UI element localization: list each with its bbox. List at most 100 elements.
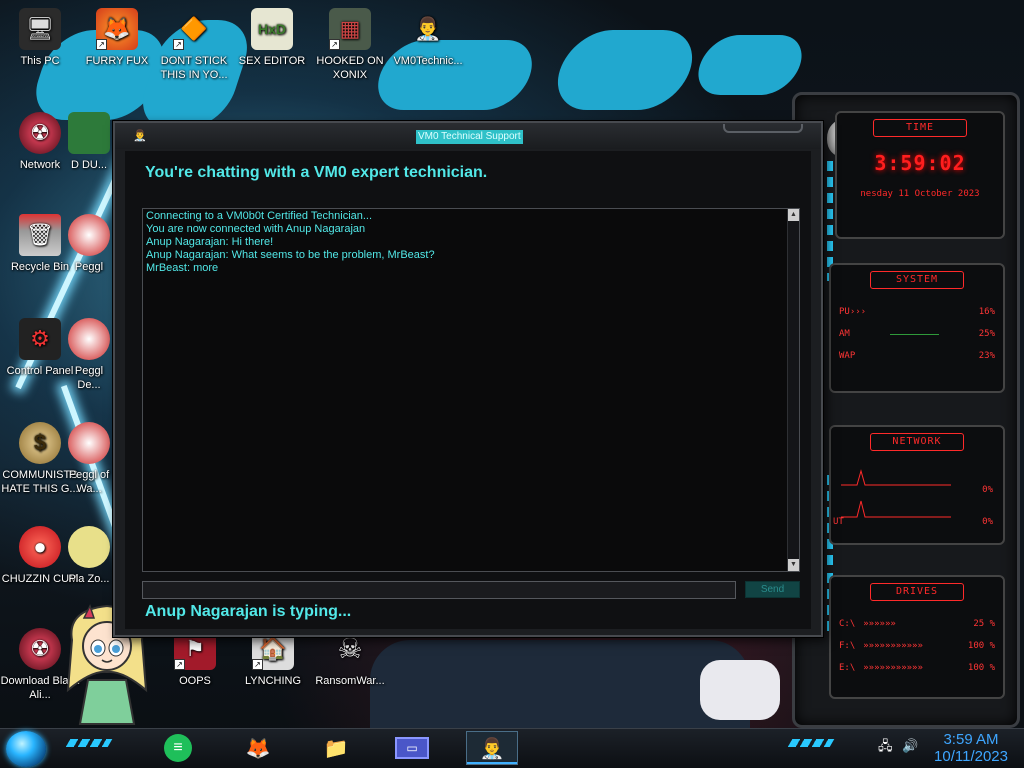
gadget-time: 3:59:02 [874, 151, 966, 175]
network-tray-icon[interactable]: 🖧 [878, 738, 893, 753]
gadget-drives-header: DRIVES [870, 583, 964, 601]
gadget-swap-row: WAP 23% [831, 351, 1003, 361]
swap-label: WAP [839, 351, 856, 361]
taskbar-vm-app[interactable]: ▭ [386, 731, 438, 765]
chat-transcript[interactable]: Connecting to a VM0b0t Certified Technic… [142, 208, 800, 572]
desktop-icon-label: SEX EDITOR [238, 55, 306, 67]
volume-icon[interactable]: 🔊 [902, 738, 918, 753]
wallpaper-figures [370, 640, 750, 730]
recycle-bin-icon: 🗑 [19, 214, 61, 256]
cpu-label: PU [839, 307, 850, 317]
drive-value: 100 % [967, 663, 995, 673]
drive-value: 100 % [967, 641, 995, 651]
window-title: VM0 Technical Support [416, 130, 523, 144]
gadget-ram-row: AM 25% [831, 329, 1003, 339]
desktop-icon-partial-d[interactable]: D DU... [66, 112, 112, 172]
desktop-icon-vm0technic[interactable]: 👨‍⚕️ VM0Technic... [388, 8, 468, 68]
cpu-arrows: ››› [849, 307, 867, 317]
typing-indicator: Anup Nagarajan is typing... [145, 603, 352, 620]
desktop-icon-label: Pla Zo... [68, 573, 110, 585]
network-icon: ☢ [19, 112, 61, 154]
gadget-system-section: SYSTEM PU ››› 16% AM 25% WAP 23% [829, 263, 1005, 393]
wallpaper-shape [547, 30, 703, 110]
app-icon [68, 112, 110, 154]
desktop-icon-label: Peggl De... [74, 365, 104, 391]
gadget-network-section: NETWORK 0% UT 0% [829, 425, 1005, 545]
wallpaper-shoe [700, 660, 780, 720]
message-list: Connecting to a VM0b0t Certified Technic… [144, 210, 435, 275]
desktop-icon-hooked-on-xonix[interactable]: ▦ ↗ HOOKED ON XONIX [310, 8, 390, 82]
send-button[interactable]: Send [745, 581, 800, 598]
chat-body: You're chatting with a VM0 expert techni… [125, 151, 811, 629]
ram-graph [889, 329, 939, 335]
taskbar-file-explorer[interactable]: 📁 [310, 731, 362, 765]
desktop-icon-furry-fux[interactable]: 🦊 ↗ FURRY FUX [77, 8, 157, 68]
wallpaper-shape [690, 35, 810, 95]
taskbar-decor [65, 739, 113, 747]
net-out-value: 0% [982, 517, 993, 527]
drive-label: F:\ [839, 641, 856, 651]
taskbar: ≡ 🦊 📁 ▭ 👨‍⚕️ 🖧 🔊 3:59 AM 10/11/2023 [0, 728, 1024, 768]
desktop-icon-ransomware[interactable]: ☠ RansomWar... [310, 628, 390, 688]
chat-message: Connecting to a VM0b0t Certified Technic… [146, 210, 373, 222]
drive-arrows: »»»»»»»»»»» [863, 641, 923, 651]
drive-value: 25 % [973, 619, 995, 629]
titlebar-decor [723, 124, 803, 133]
folder-icon: 📁 [323, 737, 349, 760]
gadget-network-header: NETWORK [870, 433, 964, 451]
drive-label: C:\ [839, 619, 856, 629]
control-panel-icon: ⚙ [19, 318, 61, 360]
desktop-icon-this-pc[interactable]: 🖥 This PC [0, 8, 80, 68]
computer-icon: 🖥 [19, 8, 61, 50]
desktop-icon-sex-editor[interactable]: HxD SEX EDITOR [232, 8, 312, 68]
taskbar-firefox[interactable]: 🦊 [232, 731, 284, 765]
desktop-icon-lynching[interactable]: 🏠 ↗ LYNCHING [233, 628, 313, 688]
chuzzle-icon: ● [19, 526, 61, 568]
desktop-icon-label: OOPS [179, 675, 211, 687]
scroll-up-icon[interactable]: ▲ [788, 209, 799, 221]
drive-label: E:\ [839, 663, 856, 673]
firefox-icon: 🦊 ↗ [96, 8, 138, 50]
chat-message: MrBeast: more [146, 262, 219, 274]
gadget-cpu-row: PU ››› 16% [831, 307, 1003, 317]
swap-value: 23% [978, 351, 995, 361]
drive-arrows: »»»»»» [863, 619, 896, 629]
chat-heading: You're chatting with a VM0 expert techni… [145, 164, 488, 181]
desktop-icon-plants-zombies[interactable]: Pla Zo... [66, 526, 112, 586]
hxd-editor-icon: HxD [251, 8, 293, 50]
firefox-icon: 🦊 [245, 737, 271, 760]
taskbar-decor [787, 739, 835, 747]
chat-message: Anup Nagarajan: What seems to be the pro… [146, 249, 435, 261]
window-app-icon: ▭ [395, 737, 429, 759]
clock-time: 3:59 AM [943, 731, 999, 748]
taskbar-clock[interactable]: 3:59 AM 10/11/2023 [922, 731, 1020, 765]
taskbar-vm0-technician[interactable]: 👨‍⚕️ [466, 731, 518, 765]
taskbar-notes-app[interactable]: ≡ [152, 731, 204, 765]
start-button[interactable] [6, 731, 46, 767]
desktop-icon-label: VM0Technic... [393, 55, 463, 67]
gadget-drives-section: DRIVES C:\ »»»»»» 25 % F:\ »»»»»»»»»»» 1… [829, 575, 1005, 699]
desktop-icon-peggle[interactable]: Peggl [66, 214, 112, 274]
system-monitor-gadget: TIME 3:59:02 nesday 11 October 2023 SYST… [792, 92, 1020, 728]
desktop-icon-label: HOOKED ON XONIX [316, 55, 384, 81]
desktop-icon-label: DONT STICK THIS IN YO... [160, 55, 228, 81]
message-input[interactable] [142, 581, 736, 599]
window-titlebar[interactable]: 👨‍⚕️ VM0 Technical Support [115, 123, 821, 149]
chat-message: You are now connected with Anup Nagaraja… [146, 223, 366, 235]
gadget-time-header: TIME [873, 119, 967, 137]
technician-icon: 👨‍⚕️ [414, 16, 442, 41]
transcript-scrollbar[interactable]: ▲ ▼ [787, 209, 799, 571]
desktop-icon-dont-stick[interactable]: 🔶 ↗ DONT STICK THIS IN YO... [154, 8, 234, 82]
peggle-icon [68, 318, 110, 360]
desktop-icon-label: D DU... [70, 159, 108, 171]
desktop-icon-label: This PC [20, 55, 60, 67]
system-tray: 🖧 🔊 [878, 737, 918, 759]
gadget-time-section: TIME 3:59:02 nesday 11 October 2023 [835, 111, 1005, 239]
desktop-icon-label: RansomWar... [315, 675, 385, 687]
desktop-icon-peggle-war[interactable]: Peggl of Wa... [66, 422, 112, 496]
desktop-icon-oops[interactable]: ⚑ ↗ OOPS [155, 628, 235, 688]
drive-row: C:\ »»»»»» 25 % [831, 619, 1003, 629]
peggle-icon [68, 214, 110, 256]
scroll-down-icon[interactable]: ▼ [788, 559, 799, 571]
desktop-icon-peggle-deluxe[interactable]: Peggl De... [66, 318, 112, 392]
